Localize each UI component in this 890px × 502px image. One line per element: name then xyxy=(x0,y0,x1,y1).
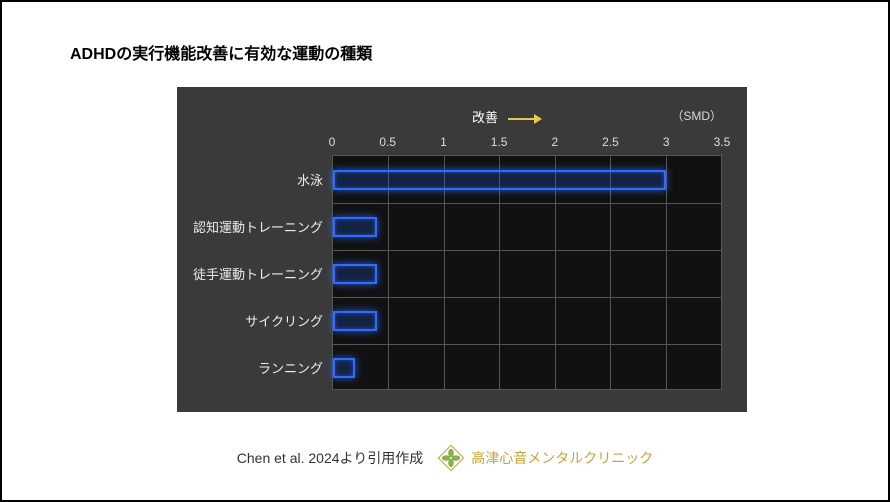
tick-label: 0 xyxy=(320,135,344,155)
direction-label: 改善 xyxy=(472,107,542,126)
grid-line-horizontal xyxy=(333,250,721,251)
tick-label: 1.5 xyxy=(487,135,511,155)
citation-text: Chen et al. 2024より引用作成 xyxy=(237,448,423,468)
grid-line-vertical xyxy=(666,156,667,389)
tick-label: 2.5 xyxy=(599,135,623,155)
unit-label: （SMD） xyxy=(671,107,722,124)
category-label: 徒手運動トレーニング xyxy=(193,250,333,297)
clinic-logo-icon xyxy=(437,444,465,472)
chart-bar xyxy=(333,217,377,237)
page-title: ADHDの実行機能改善に有効な運動の種類 xyxy=(70,40,372,64)
clinic-branding: 高津心音メンタルクリニック xyxy=(437,444,653,472)
chart-bar xyxy=(333,358,355,378)
tick-label: 2 xyxy=(543,135,567,155)
chart-bar xyxy=(333,311,377,331)
grid-line-vertical xyxy=(610,156,611,389)
footer: Chen et al. 2024より引用作成 高津心音メンタルクリニック xyxy=(2,444,888,472)
chart-panel: 改善 （SMD） 0 0.5 1 1.5 2 2.5 3 3.5 水泳認知運動ト… xyxy=(177,87,747,412)
chart-bar xyxy=(333,264,377,284)
grid-line-vertical xyxy=(499,156,500,389)
category-label: サイクリング xyxy=(193,297,333,344)
tick-label: 3 xyxy=(654,135,678,155)
category-label: ランニング xyxy=(193,344,333,391)
category-label: 水泳 xyxy=(193,156,333,203)
chart-axis-top: 改善 （SMD） 0 0.5 1 1.5 2 2.5 3 3.5 xyxy=(192,107,722,155)
direction-text: 改善 xyxy=(472,110,498,125)
tick-label: 0.5 xyxy=(376,135,400,155)
arrow-icon xyxy=(508,115,542,123)
grid-line-vertical xyxy=(444,156,445,389)
grid-line-vertical xyxy=(388,156,389,389)
clinic-name: 高津心音メンタルクリニック xyxy=(471,448,653,468)
grid-line-horizontal xyxy=(333,203,721,204)
tick-label: 1 xyxy=(431,135,455,155)
grid-line-horizontal xyxy=(333,297,721,298)
x-ticks: 0 0.5 1 1.5 2 2.5 3 3.5 xyxy=(332,135,722,155)
chart-plot-area: 水泳認知運動トレーニング徒手運動トレーニングサイクリングランニング xyxy=(332,155,722,390)
category-label: 認知運動トレーニング xyxy=(193,203,333,250)
tick-label: 3.5 xyxy=(710,135,734,155)
chart-bar xyxy=(333,170,666,190)
grid-line-vertical xyxy=(555,156,556,389)
grid-line-horizontal xyxy=(333,344,721,345)
